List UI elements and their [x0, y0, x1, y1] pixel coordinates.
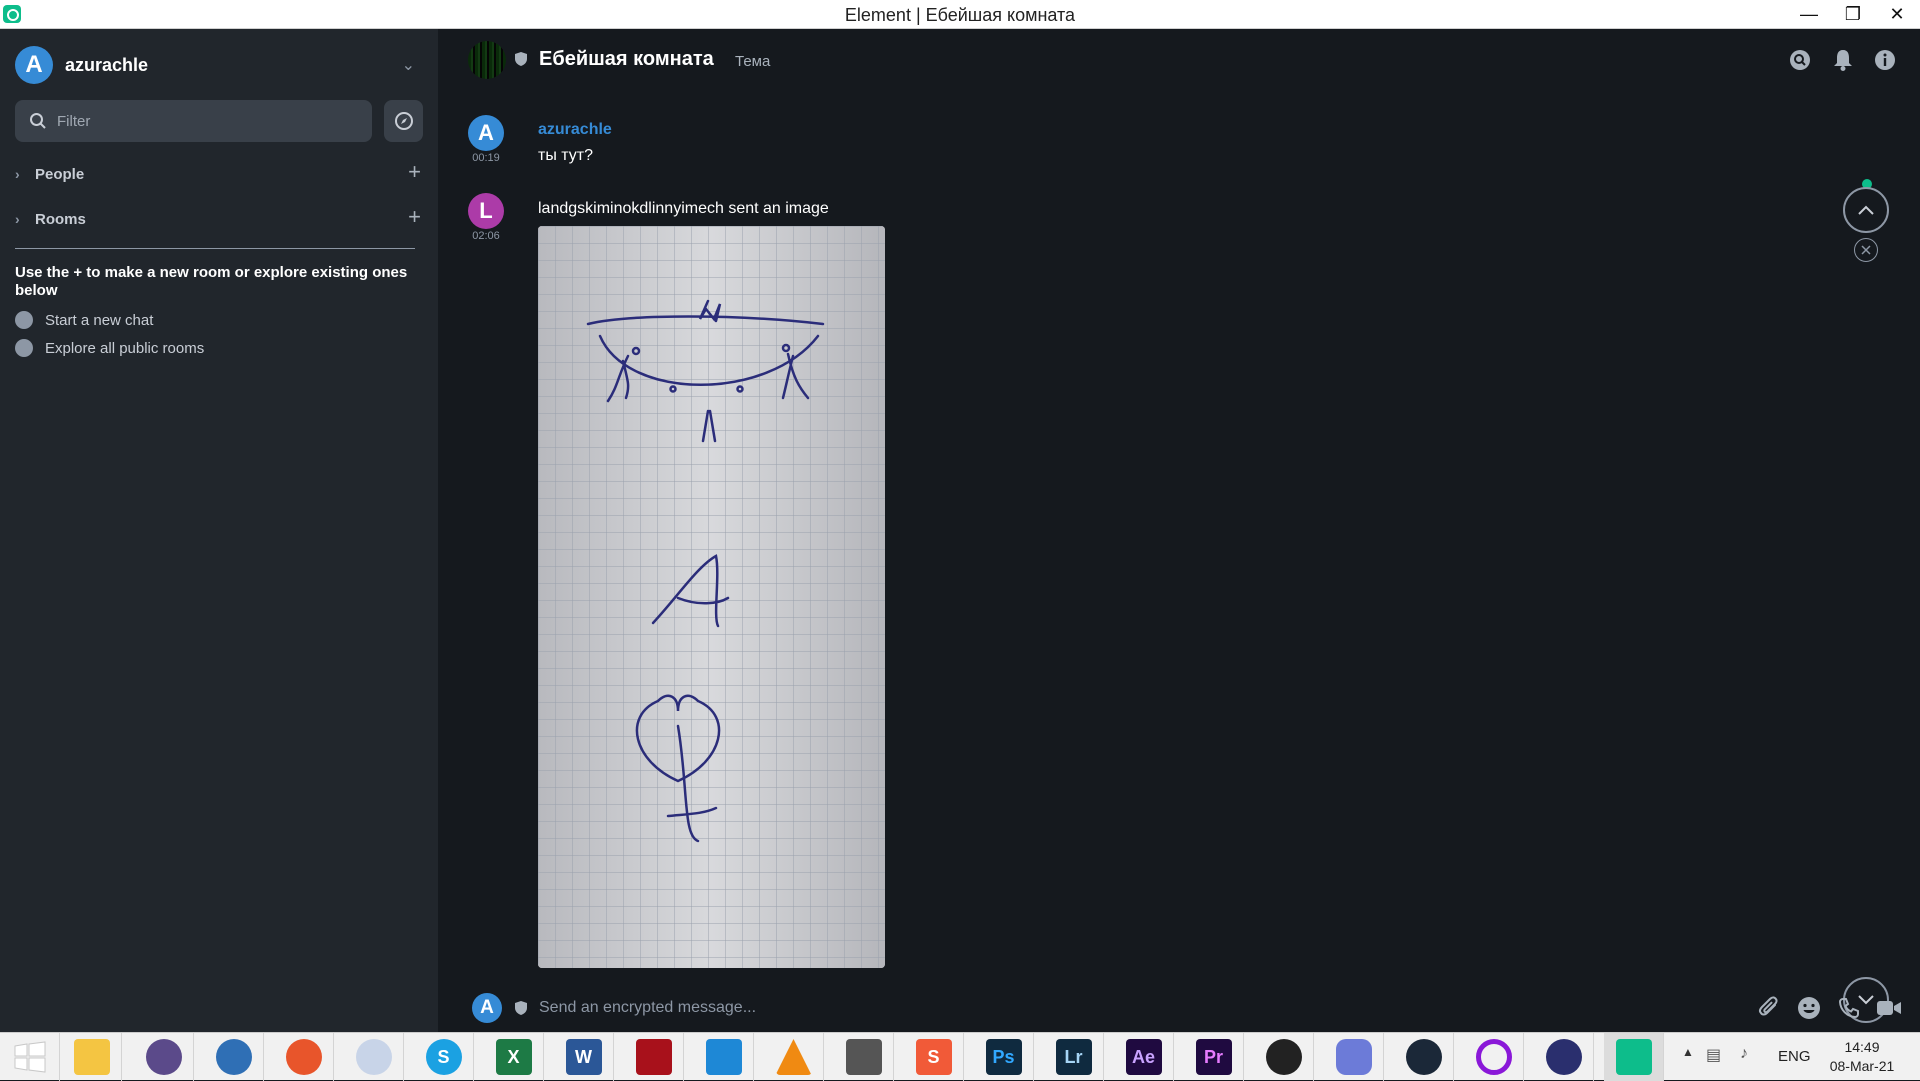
section-label: People [35, 165, 85, 183]
info-icon[interactable] [1873, 48, 1897, 72]
tray-expand-icon[interactable]: ▲ [1682, 1045, 1694, 1059]
close-button[interactable]: ✕ [1875, 0, 1919, 29]
sketch-image [538, 226, 885, 968]
image-attachment[interactable] [538, 226, 885, 968]
word-icon[interactable]: W [554, 1033, 614, 1081]
phone-icon[interactable] [1836, 995, 1862, 1021]
chevron-right-icon: › [15, 166, 20, 182]
room-view: Ебейшая комната Тема A 00:19 azurachle т… [438, 29, 1920, 1032]
volume-icon[interactable]: ♪ [1740, 1045, 1748, 1063]
avatar[interactable]: A [468, 115, 504, 151]
acrobat-icon[interactable] [624, 1033, 684, 1081]
add-people-button[interactable]: + [408, 159, 421, 185]
room-name[interactable]: Ебейшая комната [539, 48, 714, 71]
windows-taskbar: S X W S Ps Lr Ae Pr ▲ ▤ ♪ ENG 14:49 08-M… [0, 1032, 1920, 1081]
room-topic[interactable]: Тема [735, 53, 770, 70]
message-composer: A [438, 981, 1920, 1032]
clock[interactable]: 14:49 08-Mar-21 [1822, 1038, 1902, 1076]
excel-icon[interactable]: X [484, 1033, 544, 1081]
chat-bubble-icon [15, 311, 33, 329]
room-avatar[interactable] [468, 41, 506, 79]
cyberduck-icon[interactable] [204, 1033, 264, 1081]
compass-icon [394, 112, 413, 130]
add-room-button[interactable]: + [408, 204, 421, 230]
action-label: Start a new chat [45, 311, 154, 329]
circle-app-icon[interactable] [1464, 1033, 1524, 1081]
section-label: Rooms [35, 210, 86, 228]
qbittorrent-icon[interactable] [134, 1033, 194, 1081]
explore-rooms-button[interactable] [384, 100, 423, 142]
message-timestamp: 02:06 [472, 230, 500, 242]
chevron-right-icon: › [15, 211, 20, 227]
firefox-icon[interactable] [274, 1033, 334, 1081]
section-people[interactable]: › People + [15, 159, 423, 186]
search-icon[interactable] [1788, 48, 1812, 72]
shield-icon [515, 52, 527, 66]
file-explorer-icon[interactable] [62, 1033, 122, 1081]
photoshop-icon[interactable]: Ps [974, 1033, 1034, 1081]
close-icon [1861, 245, 1871, 255]
window-titlebar: Element | Ебейшая комната — ❐ ✕ [0, 0, 1920, 29]
empty-hint: Use the + to make a new room or explore … [15, 264, 408, 299]
avatar[interactable]: L [468, 193, 504, 229]
user-name: azurachle [65, 54, 149, 75]
video-camera-icon[interactable] [1876, 995, 1902, 1021]
minimize-button[interactable]: — [1787, 0, 1831, 29]
dismiss-unread-button[interactable] [1854, 238, 1878, 262]
message-body: ты тут? [538, 147, 594, 164]
jump-to-unread-button[interactable] [1843, 187, 1889, 233]
window-title: Element | Ебейшая комната [844, 5, 1076, 25]
bell-icon[interactable] [1831, 48, 1855, 72]
sublime-icon[interactable]: S [904, 1033, 964, 1081]
action-label: Explore all public rooms [45, 339, 205, 357]
language-indicator[interactable]: ENG [1778, 1048, 1811, 1065]
message-input[interactable] [539, 995, 1719, 1021]
lightroom-icon[interactable]: Lr [1044, 1033, 1104, 1081]
moon-icon[interactable] [344, 1033, 404, 1081]
chevron-up-icon [1858, 205, 1874, 215]
vlc-icon[interactable] [764, 1033, 824, 1081]
element-icon[interactable] [1604, 1033, 1664, 1081]
message-body: landgskiminokdlinnyimech sent an image [538, 200, 829, 217]
paperclip-icon[interactable] [1756, 995, 1782, 1021]
left-panel: A azurachle ⌄ › People + › Rooms + Use t… [0, 29, 438, 1032]
vpn-lock-icon[interactable] [1534, 1033, 1594, 1081]
message-timestamp: 00:19 [472, 152, 500, 164]
filter-input[interactable] [57, 112, 357, 130]
premiere-icon[interactable]: Pr [1184, 1033, 1244, 1081]
avatar: A [15, 46, 53, 84]
compass-icon [15, 339, 33, 357]
timeline: A 00:19 azurachle ты тут? L 02:06 landgs… [438, 91, 1920, 1023]
chevron-down-icon: ⌄ [401, 57, 415, 74]
sender-name[interactable]: azurachle [538, 121, 612, 139]
vscode-icon[interactable] [694, 1033, 754, 1081]
avatar: A [472, 993, 502, 1023]
start-new-chat-link[interactable]: Start a new chat [15, 309, 153, 331]
explore-public-rooms-link[interactable]: Explore all public rooms [15, 337, 204, 359]
obs-icon[interactable] [1254, 1033, 1314, 1081]
maximize-button[interactable]: ❐ [1831, 0, 1875, 29]
shield-icon [515, 1001, 527, 1015]
downloader-icon[interactable] [834, 1033, 894, 1081]
windows-start-icon[interactable] [0, 1033, 60, 1081]
room-header: Ебейшая комната Тема [438, 29, 1920, 91]
after-effects-icon[interactable]: Ae [1114, 1033, 1174, 1081]
skype-icon[interactable]: S [414, 1033, 474, 1081]
user-menu-button[interactable]: A azurachle ⌄ [15, 45, 415, 85]
section-rooms[interactable]: › Rooms + [15, 204, 423, 231]
emoji-icon[interactable] [1796, 995, 1822, 1021]
discord-icon[interactable] [1324, 1033, 1384, 1081]
divider [15, 248, 415, 249]
search-icon [30, 113, 46, 129]
steam-icon[interactable] [1394, 1033, 1454, 1081]
clock-date: 08-Mar-21 [1829, 1058, 1895, 1074]
clock-time: 14:49 [1844, 1039, 1880, 1055]
network-icon[interactable]: ▤ [1706, 1045, 1721, 1065]
filter-box[interactable] [15, 100, 372, 142]
